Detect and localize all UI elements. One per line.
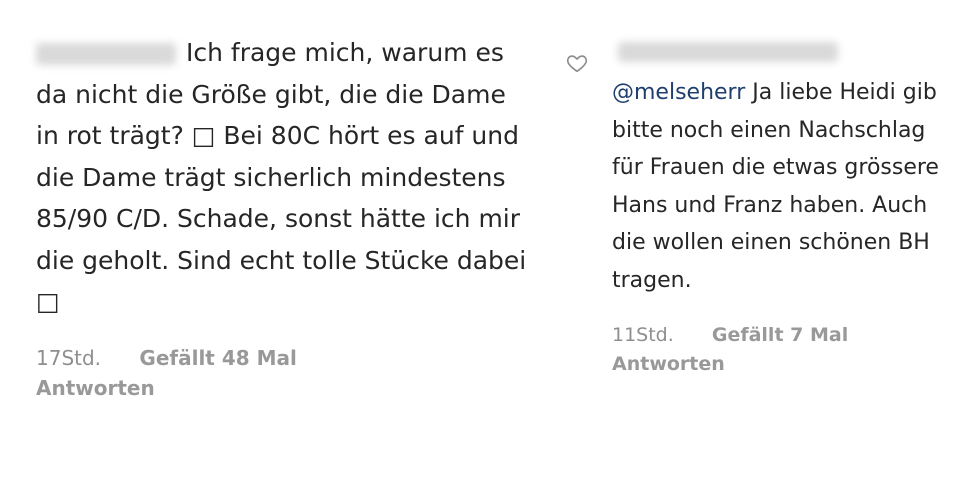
comment-1: Ich frage mich, warum es da nicht die Gr… — [36, 32, 536, 403]
heart-outline-icon[interactable] — [566, 52, 588, 74]
comment-2: @melseherr Ja liebe Heidi gib bitte noch… — [612, 38, 957, 379]
comment-1-time[interactable]: 17Std. — [36, 346, 101, 370]
comment-2-meta: 11Std. Gefällt 7 Mal Antworten — [612, 321, 957, 379]
comment-1-body: Ich frage mich, warum es da nicht die Gr… — [36, 32, 536, 323]
comment-2-likes[interactable]: Gefällt 7 Mal — [712, 324, 848, 346]
comment-2-text: Ja liebe Heidi gib bitte noch einen Nach… — [612, 80, 939, 293]
comment-1-meta: 17Std. Gefällt 48 Mal Antworten — [36, 343, 536, 403]
comment-1-text: Ich frage mich, warum es da nicht die Gr… — [36, 38, 527, 316]
comment-2-username-blurred[interactable] — [618, 42, 838, 62]
comment-2-body: @melseherr Ja liebe Heidi gib bitte noch… — [612, 74, 957, 299]
comment-1-likes[interactable]: Gefällt 48 Mal — [139, 346, 296, 370]
comment-1-username-blurred[interactable] — [36, 43, 176, 65]
comment-1-reply-button[interactable]: Antworten — [36, 376, 155, 400]
comment-2-reply-button[interactable]: Antworten — [612, 353, 725, 375]
comment-2-mention-link[interactable]: @melseherr — [612, 80, 745, 105]
comment-2-time[interactable]: 11Std. — [612, 324, 674, 346]
